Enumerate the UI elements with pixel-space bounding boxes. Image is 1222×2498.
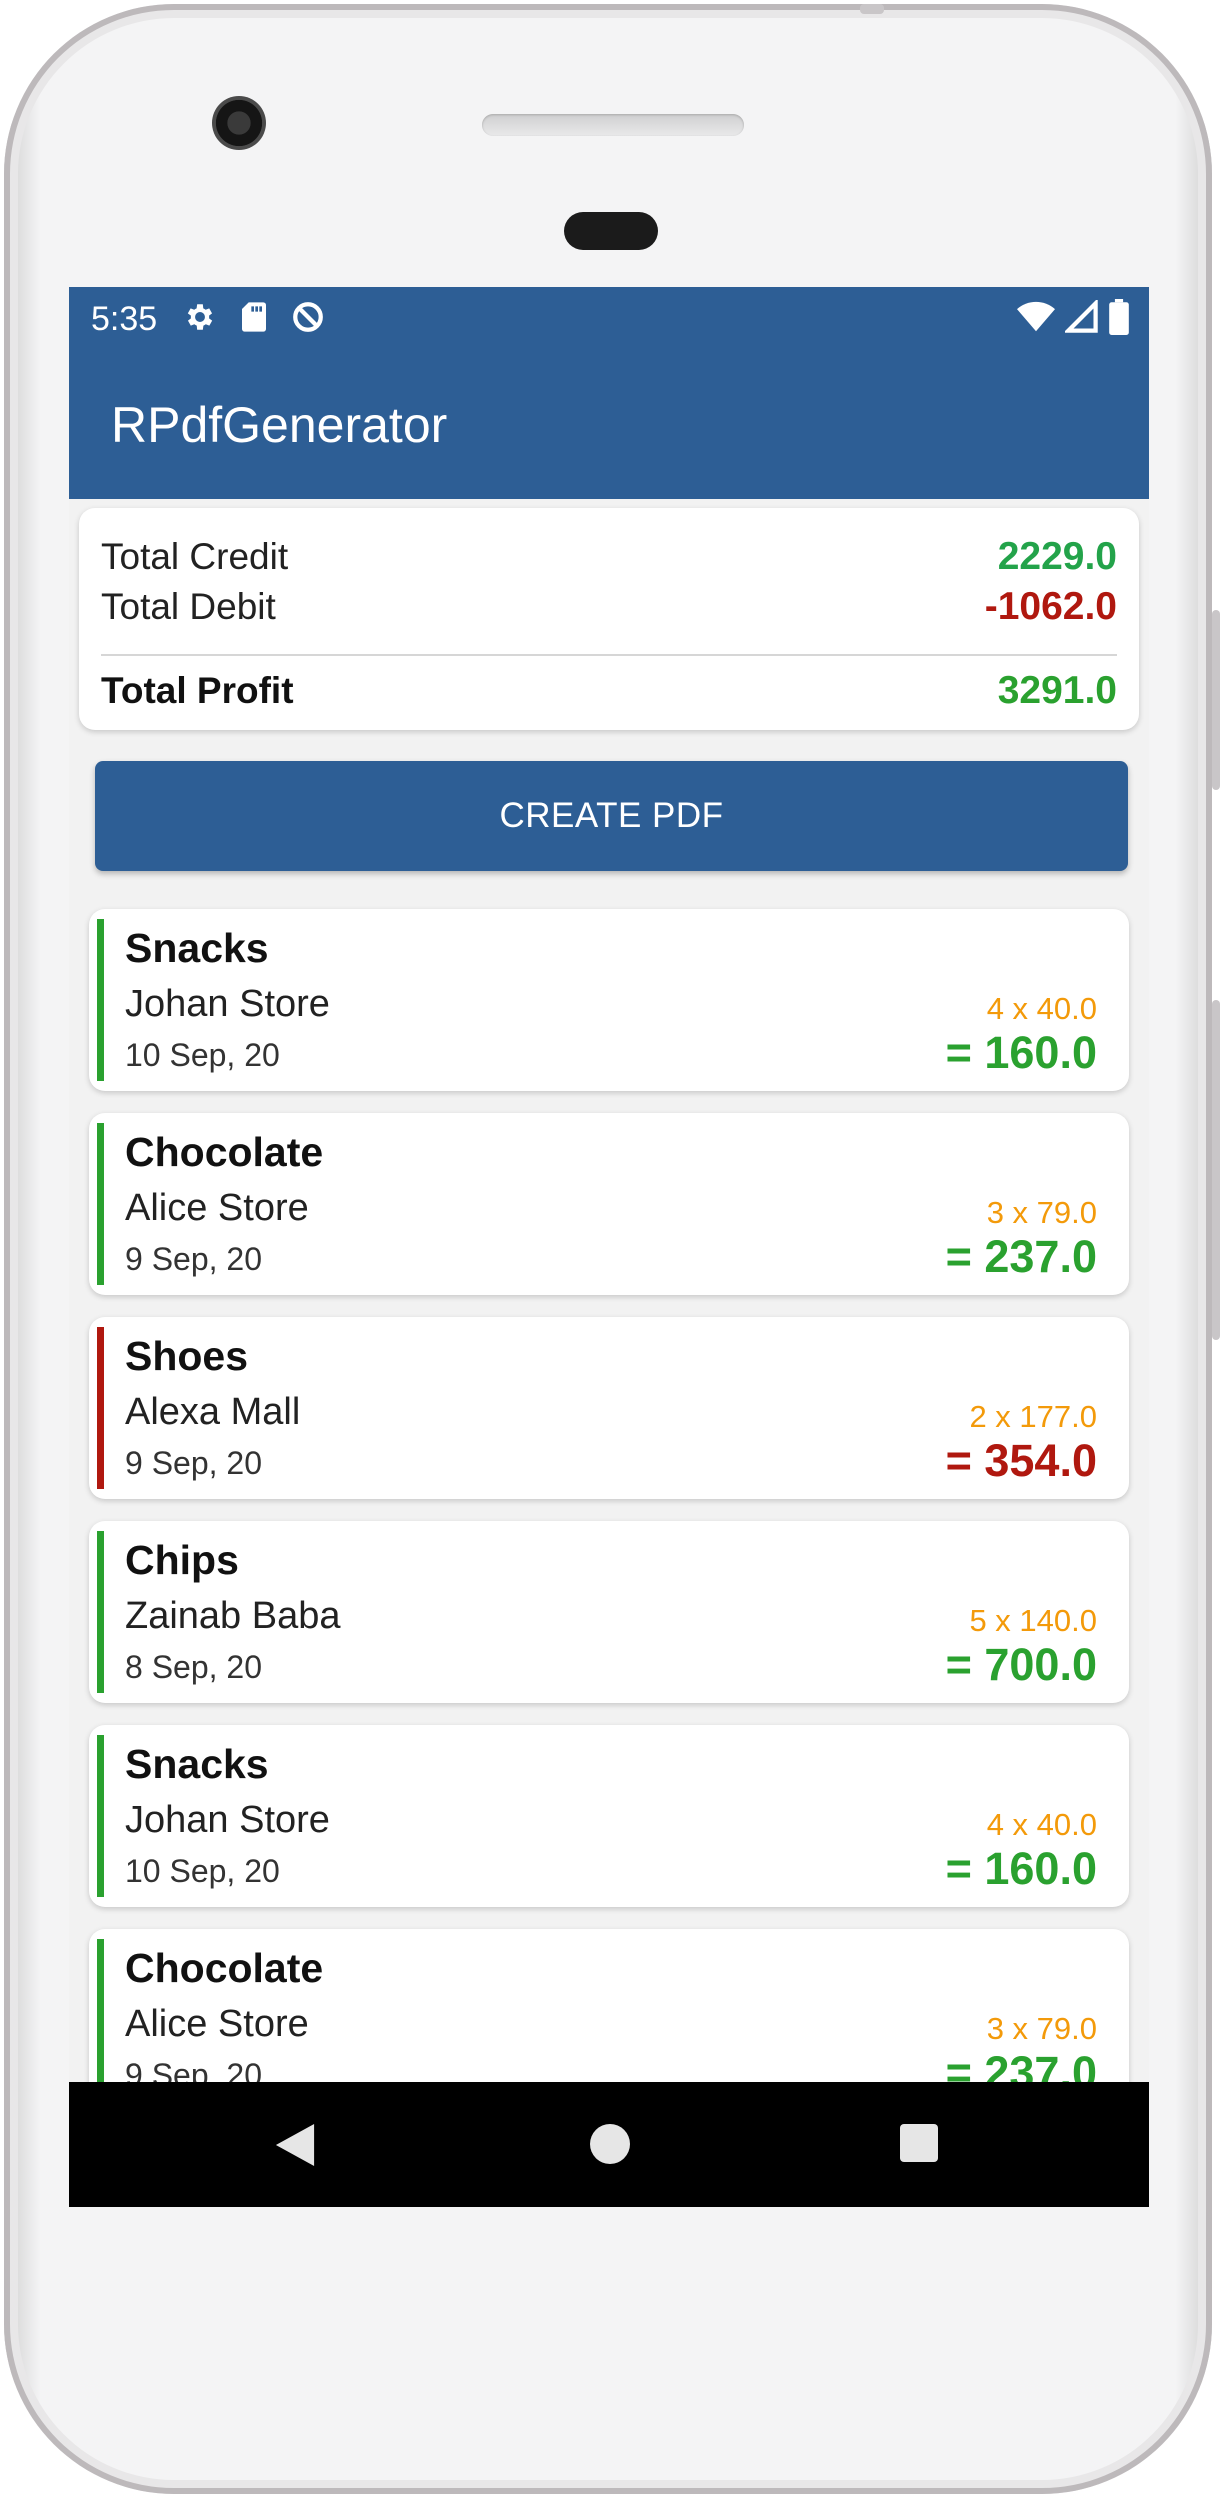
transaction-list[interactable]: Snacks Johan Store 10 Sep, 20 4 x 40.0 = 160… (89, 909, 1129, 2133)
store-name: Johan Store (125, 1799, 330, 1841)
data-saver-icon (291, 300, 325, 339)
screen: 5:35 RPdfGenerator Total Credit 2229.0 T… (69, 287, 1149, 2207)
item-total: = 700.0 (945, 1639, 1097, 1690)
quantity-price: 4 x 40.0 (986, 991, 1097, 1026)
quantity-price: 5 x 140.0 (969, 1603, 1097, 1638)
volume-down-button (1212, 1000, 1220, 1340)
settings-icon (183, 300, 217, 339)
app-bar: RPdfGenerator (69, 351, 1149, 499)
signal-icon (1063, 298, 1099, 339)
transaction-date: 8 Sep, 20 (125, 1649, 262, 1685)
transaction-date: 10 Sep, 20 (125, 1853, 280, 1889)
item-total: = 354.0 (945, 1435, 1097, 1486)
transaction-type-bar (97, 1531, 104, 1693)
store-name: Johan Store (125, 983, 330, 1025)
transaction-card[interactable]: Chips Zainab Baba 8 Sep, 20 5 x 140.0 = 700.… (89, 1521, 1129, 1703)
earpiece-speaker (482, 114, 744, 136)
item-title: Chocolate (125, 1129, 324, 1175)
total-credit-value: 2229.0 (997, 535, 1117, 578)
total-profit-value: 3291.0 (997, 669, 1117, 712)
total-debit-value: -1062.0 (984, 585, 1117, 628)
wifi-icon (1017, 300, 1055, 339)
power-button (860, 4, 884, 14)
transaction-type-bar (97, 1327, 104, 1489)
item-total: = 160.0 (945, 1027, 1097, 1078)
total-credit-label: Total Credit (101, 536, 289, 577)
navigation-bar (69, 2082, 1149, 2207)
transaction-type-bar (97, 1735, 104, 1897)
status-time: 5:35 (91, 299, 158, 338)
battery-icon (1109, 299, 1129, 340)
transaction-card[interactable]: Shoes Alexa Mall 9 Sep, 20 2 x 177.0 = 354.0 (89, 1317, 1129, 1499)
recents-icon[interactable] (900, 2124, 938, 2162)
item-total: = 160.0 (945, 1843, 1097, 1894)
quantity-price: 4 x 40.0 (986, 1807, 1097, 1842)
transaction-type-bar (97, 1123, 104, 1285)
back-icon[interactable] (275, 2124, 315, 2171)
item-title: Snacks (125, 925, 269, 971)
quantity-price: 2 x 177.0 (969, 1399, 1097, 1434)
home-icon[interactable] (590, 2124, 630, 2164)
summary-card: Total Credit 2229.0 Total Debit -1062.0 … (79, 508, 1139, 730)
store-name: Alice Store (125, 2003, 309, 2045)
transaction-card[interactable]: Snacks Johan Store 10 Sep, 20 4 x 40.0 = 160… (89, 909, 1129, 1091)
quantity-price: 3 x 79.0 (986, 1195, 1097, 1230)
item-total: = 237.0 (945, 1231, 1097, 1282)
transaction-date: 9 Sep, 20 (125, 1445, 262, 1481)
item-title: Snacks (125, 1741, 269, 1787)
sd-card-icon (239, 301, 269, 338)
store-name: Alice Store (125, 1187, 309, 1229)
transaction-card[interactable]: Chocolate Alice Store 9 Sep, 20 3 x 79.0 = 2… (89, 1113, 1129, 1295)
proximity-sensor (564, 212, 658, 250)
total-debit-label: Total Debit (101, 586, 276, 627)
item-title: Chocolate (125, 1945, 324, 1991)
transaction-type-bar (97, 1939, 104, 2101)
transaction-date: 10 Sep, 20 (125, 1037, 280, 1073)
quantity-price: 3 x 79.0 (986, 2011, 1097, 2046)
total-profit-label: Total Profit (101, 670, 294, 711)
profit-row: Total Profit 3291.0 (101, 666, 1117, 716)
volume-up-button (1212, 610, 1220, 790)
item-title: Chips (125, 1537, 239, 1583)
store-name: Zainab Baba (125, 1595, 341, 1637)
item-title: Shoes (125, 1333, 249, 1379)
front-camera (212, 96, 266, 150)
status-bar: 5:35 (69, 287, 1149, 351)
transaction-type-bar (97, 919, 104, 1081)
app-title: RPdfGenerator (111, 397, 448, 453)
create-pdf-button[interactable]: CREATE PDF (95, 761, 1128, 871)
transaction-card[interactable]: Snacks Johan Store 10 Sep, 20 4 x 40.0 = 160… (89, 1725, 1129, 1907)
transaction-date: 9 Sep, 20 (125, 1241, 262, 1277)
credit-row: Total Credit 2229.0 (101, 532, 1117, 582)
phone-frame: 5:35 RPdfGenerator Total Credit 2229.0 T… (4, 4, 1212, 2494)
summary-divider (101, 654, 1117, 656)
store-name: Alexa Mall (125, 1391, 301, 1433)
debit-row: Total Debit -1062.0 (101, 582, 1117, 632)
